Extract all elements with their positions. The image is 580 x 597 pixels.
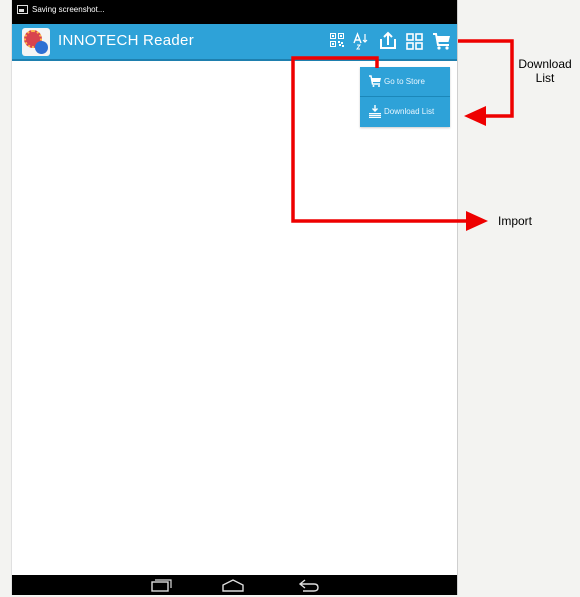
import-arrow — [291, 56, 488, 231]
annotation-line: Download — [518, 57, 572, 71]
download-list-arrow — [458, 39, 514, 126]
import-annotation: Import — [498, 214, 533, 228]
download-list-annotation: Download List — [516, 57, 574, 85]
annotation-arrows — [291, 39, 514, 231]
annotation-line: List — [535, 71, 555, 85]
